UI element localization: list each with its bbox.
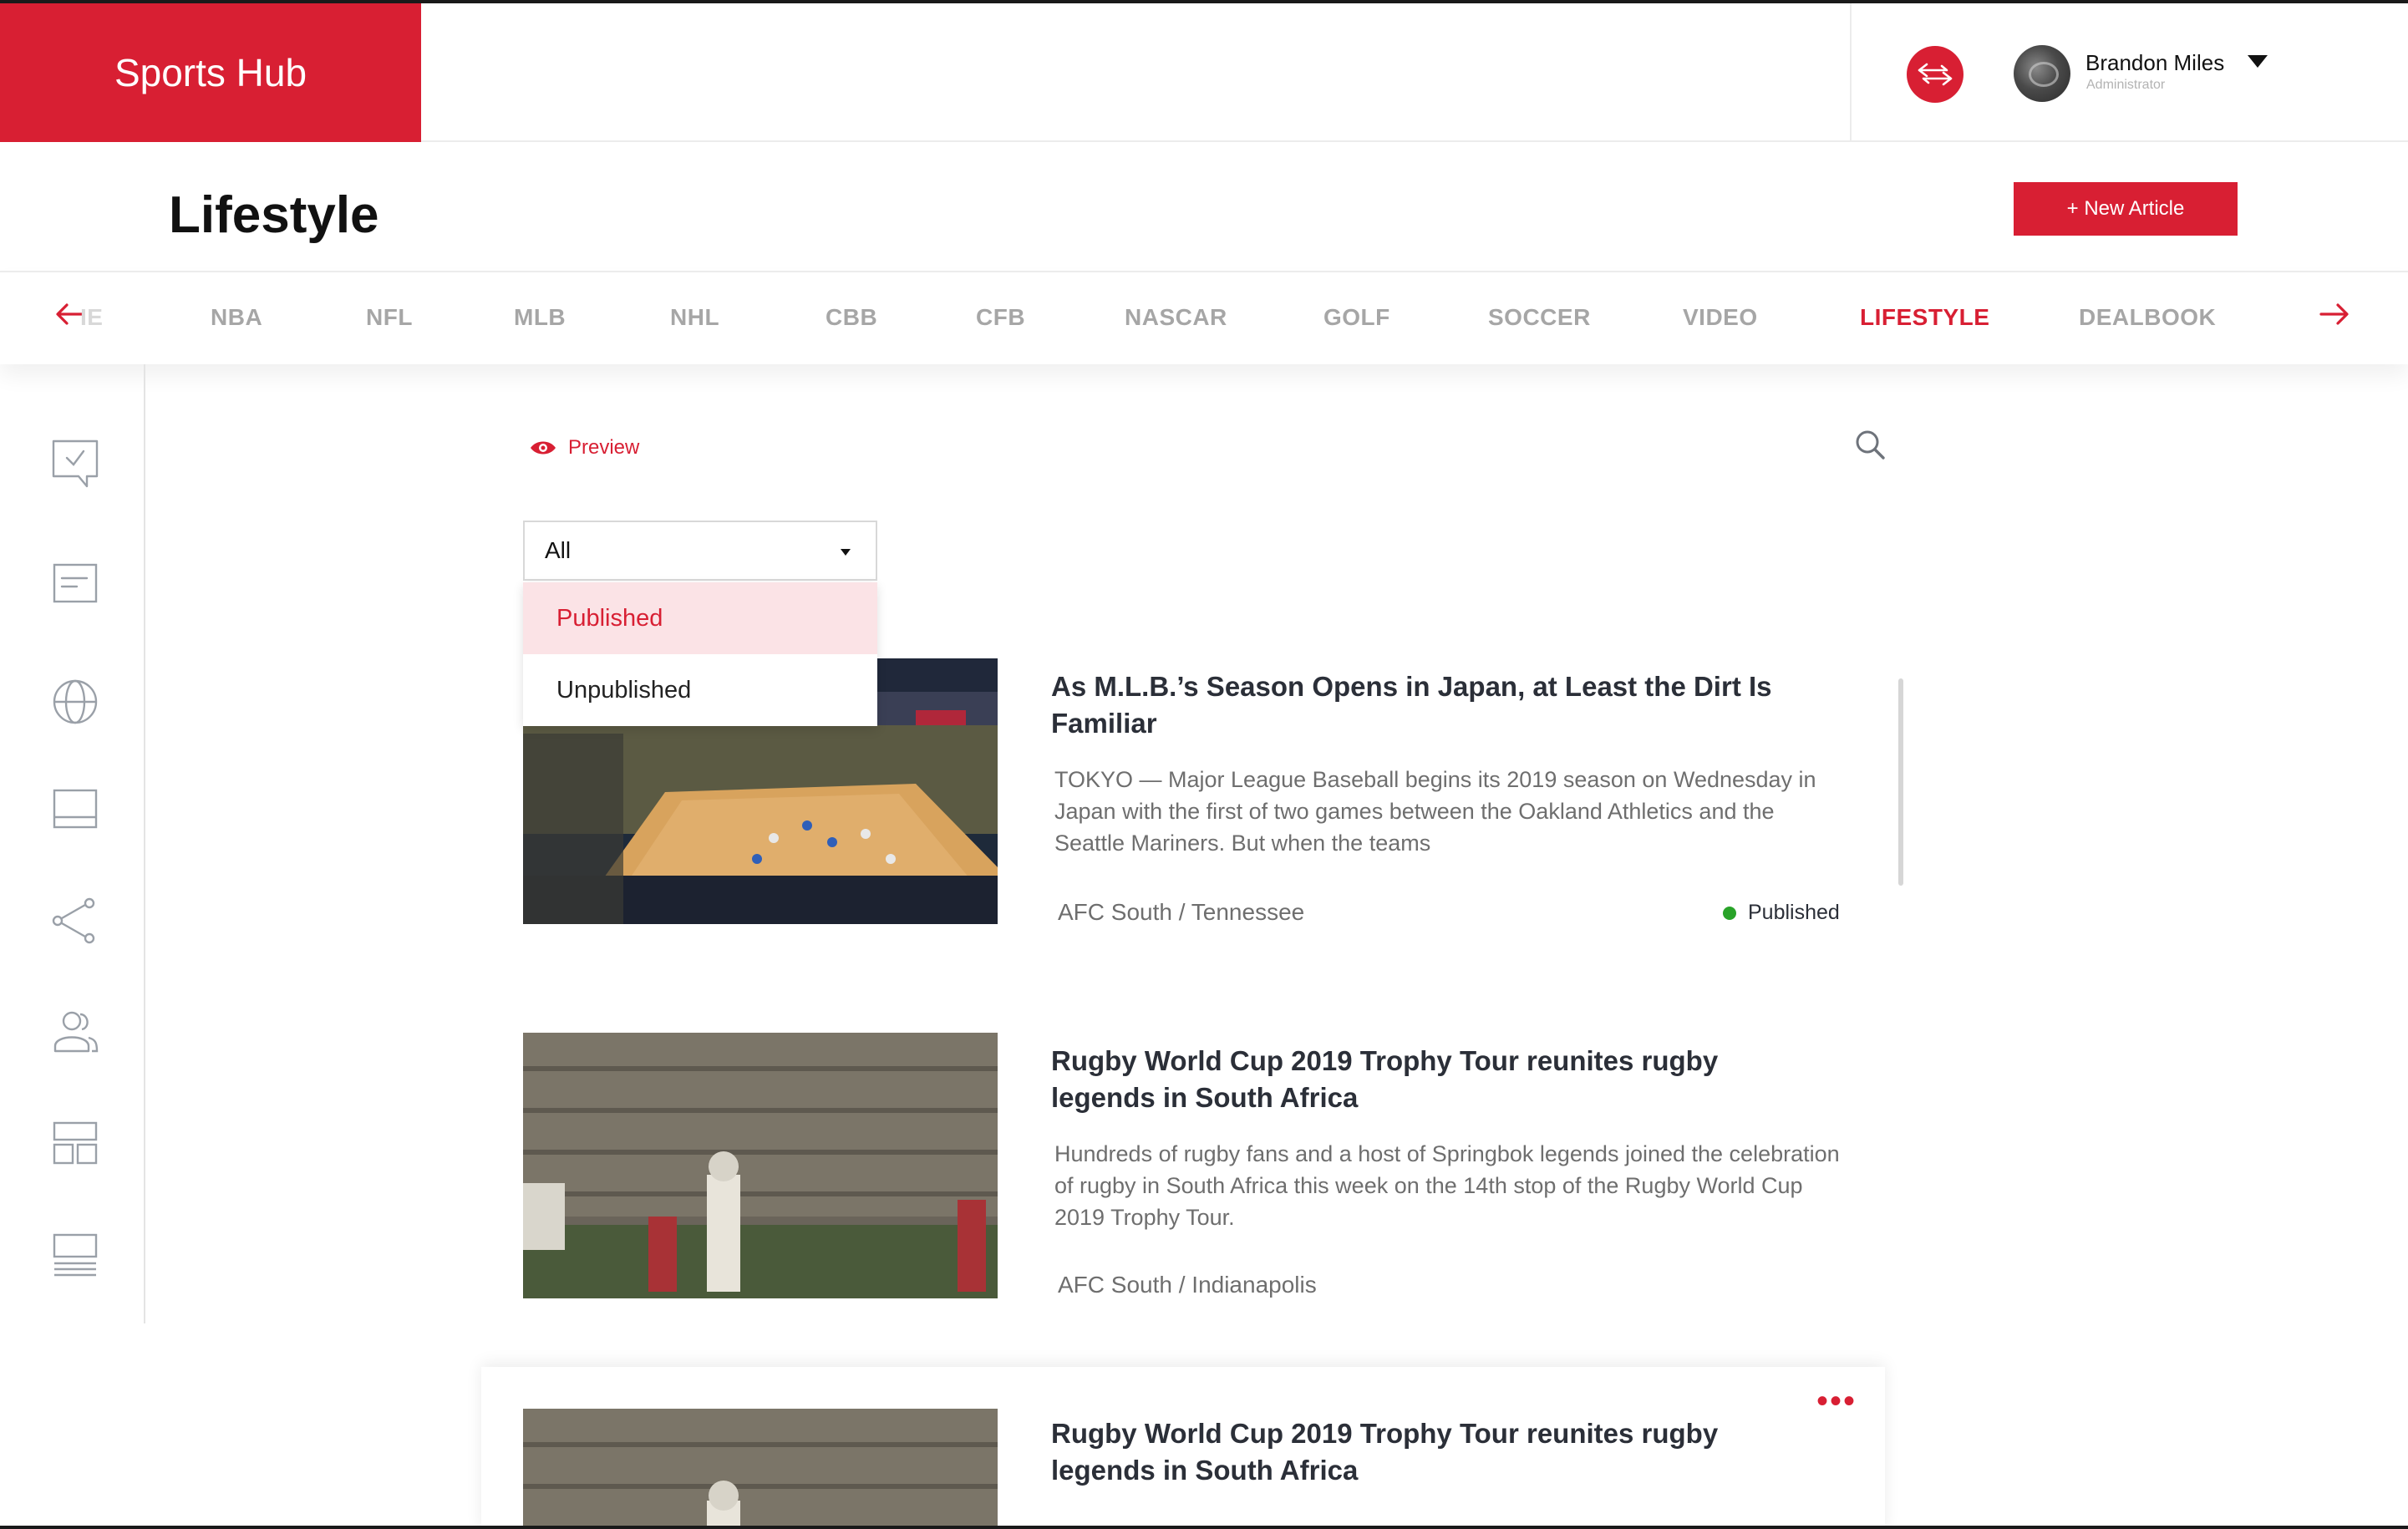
eye-icon: [531, 441, 556, 455]
nav-item-nfl[interactable]: NFL: [366, 304, 413, 331]
article-thumbnail: [523, 1033, 998, 1298]
user-name[interactable]: Brandon Miles: [2085, 50, 2224, 76]
scrollbar[interactable]: [1898, 678, 1903, 886]
share-icon[interactable]: [50, 896, 100, 946]
nav-item-nba[interactable]: NBA: [211, 304, 262, 331]
window-bottom-edge: [0, 1526, 2408, 1529]
arrow-right-icon[interactable]: [2318, 297, 2351, 331]
football-game-photo: [523, 1409, 998, 1529]
swap-arrows-icon: [1918, 63, 1953, 86]
page-title: Lifestyle: [169, 186, 379, 244]
article-thumbnail: [523, 1409, 998, 1529]
status-filter-value: All: [545, 537, 572, 563]
menu-item-unpublished[interactable]: Unpublished: [523, 654, 877, 726]
dashboard-icon[interactable]: [50, 1118, 100, 1168]
search-icon[interactable]: [1853, 428, 1887, 461]
avatar[interactable]: [2014, 45, 2070, 102]
article-category: AFC South / Tennessee: [1058, 899, 1305, 925]
nav-item-dealbook[interactable]: DEALBOOK: [2079, 304, 2216, 331]
article-title[interactable]: As M.L.B.’s Season Opens in Japan, at Le…: [1051, 668, 1803, 742]
preview-label: Preview: [568, 436, 640, 459]
status-badge: Published: [1723, 901, 1840, 925]
user-menu-caret-icon[interactable]: [2248, 55, 2268, 68]
football-game-photo: [523, 1033, 998, 1298]
article-title[interactable]: Rugby World Cup 2019 Trophy Tour reunite…: [1051, 1415, 1803, 1489]
nav-item-nascar[interactable]: NASCAR: [1125, 304, 1227, 331]
more-options-icon[interactable]: •••: [1816, 1384, 1857, 1418]
article-icon[interactable]: [50, 558, 100, 608]
user-role: Administrator: [2086, 78, 2166, 92]
layout-icon[interactable]: [50, 784, 100, 834]
status-filter-select[interactable]: All: [523, 521, 877, 581]
nav-item-lifestyle[interactable]: LIFESTYLE: [1860, 304, 1989, 331]
article-description: Hundreds of rugby fans and a host of Spr…: [1054, 1141, 1840, 1230]
chevron-down-icon: [841, 549, 851, 556]
nav-item-golf[interactable]: GOLF: [1323, 304, 1390, 331]
category-nav: IE NBA NFL MLB NHL CBB CFB NASCAR GOLF S…: [0, 271, 2408, 364]
status-label: Published: [1748, 901, 1840, 924]
nav-item-ie[interactable]: IE: [80, 304, 103, 331]
article-category: AFC South / Indianapolis: [1058, 1272, 1317, 1298]
nav-item-nhl[interactable]: NHL: [670, 304, 719, 331]
status-dot-icon: [1723, 906, 1736, 920]
sidebar: [0, 364, 145, 1323]
app-logo[interactable]: Sports Hub: [0, 3, 421, 142]
article-description: TOKYO — Major League Baseball begins its…: [1054, 767, 1816, 856]
nav-item-cbb[interactable]: CBB: [826, 304, 877, 331]
nav-item-video[interactable]: VIDEO: [1683, 304, 1758, 331]
top-bar: Sports Hub Brandon Miles Administrator: [0, 0, 2408, 142]
status-filter-menu: Published Unpublished: [523, 582, 877, 726]
nav-item-mlb[interactable]: MLB: [514, 304, 566, 331]
checklist-icon[interactable]: [50, 438, 100, 488]
list-icon[interactable]: [50, 1230, 100, 1280]
top-divider: [1850, 3, 1852, 142]
app-logo-text: Sports Hub: [114, 51, 307, 94]
menu-item-published[interactable]: Published: [523, 582, 877, 654]
article-title[interactable]: Rugby World Cup 2019 Trophy Tour reunite…: [1051, 1043, 1803, 1116]
preview-button[interactable]: Preview: [530, 436, 639, 460]
nav-item-cfb[interactable]: CFB: [976, 304, 1025, 331]
globe-icon[interactable]: [50, 677, 100, 727]
switch-view-button[interactable]: [1907, 46, 1963, 103]
users-icon[interactable]: [50, 1008, 100, 1058]
nav-item-soccer[interactable]: SOCCER: [1488, 304, 1591, 331]
new-article-button[interactable]: + New Article: [2014, 182, 2238, 236]
